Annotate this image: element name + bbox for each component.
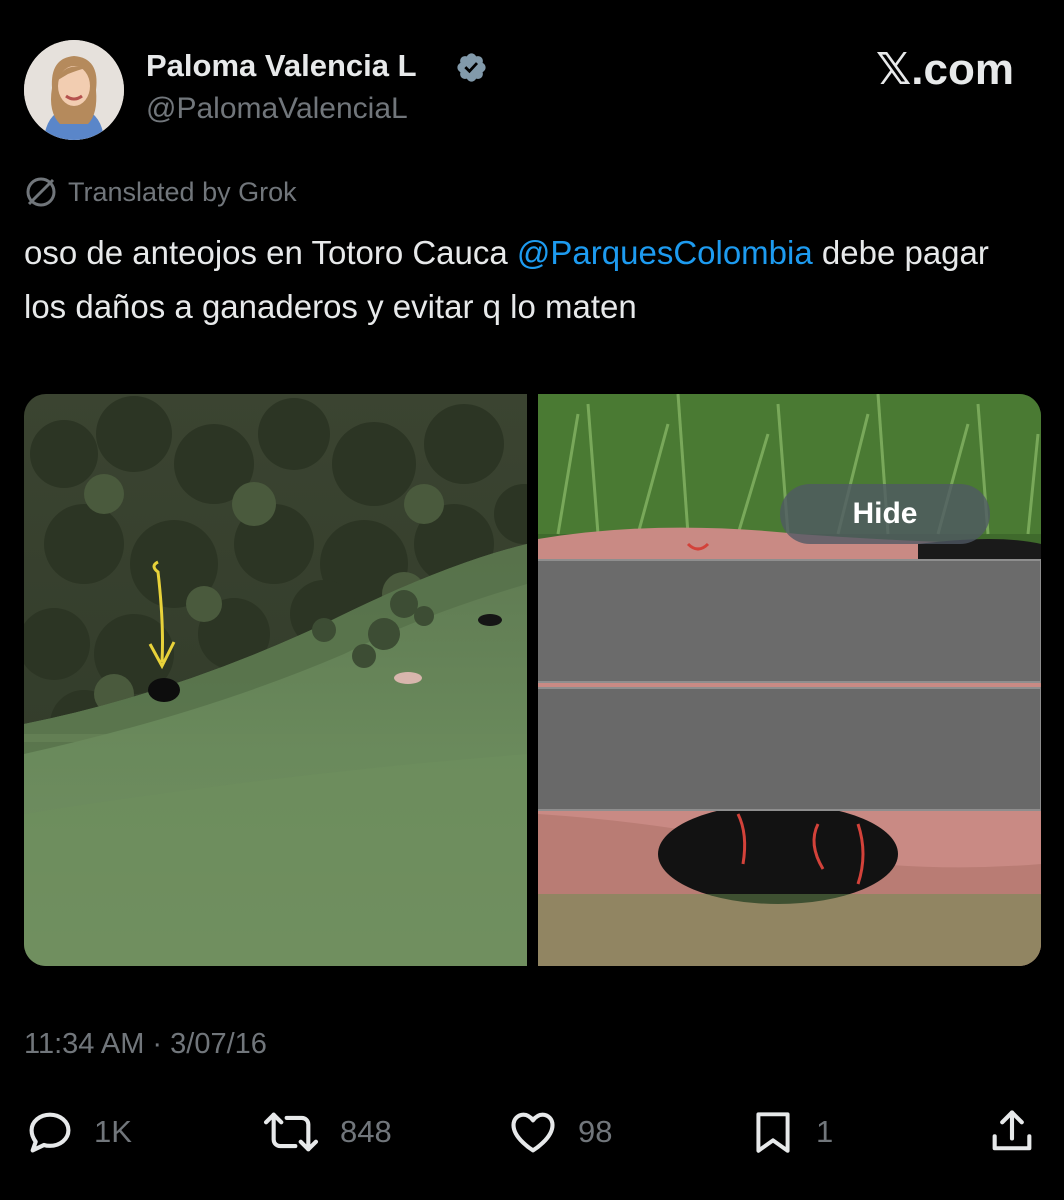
avatar-image [24, 40, 124, 140]
repost-button[interactable]: 848 [260, 1100, 392, 1164]
bookmark-count: 1 [816, 1114, 834, 1149]
mention-link[interactable]: @ParquesColombia [517, 234, 813, 271]
verified-badge-icon [457, 53, 486, 82]
share-button[interactable] [986, 1100, 1038, 1164]
grok-translate-icon [26, 177, 56, 207]
repost-count: 848 [340, 1114, 392, 1149]
like-button[interactable]: 98 [506, 1100, 612, 1164]
tweet-text: oso de anteojos en Totoro Cauca @Parques… [24, 226, 1034, 334]
media-grid [24, 394, 1041, 966]
author-display-name[interactable]: Paloma Valencia L [146, 48, 417, 84]
bookmark-icon [756, 1112, 790, 1153]
hillside-photo [24, 394, 527, 966]
heart-icon [511, 1112, 555, 1153]
tweet-text-part1: oso de anteojos en Totoro Cauca [24, 234, 517, 271]
share-icon [992, 1110, 1032, 1151]
bookmark-button[interactable]: 1 [748, 1100, 833, 1164]
author-avatar[interactable] [24, 40, 124, 140]
tweet-action-bar: 1K 848 98 1 [0, 1100, 1064, 1164]
tweet-timestamp[interactable]: 11:34 AM · 3/07/16 [24, 1028, 267, 1061]
like-count: 98 [578, 1114, 613, 1149]
hide-media-button[interactable]: Hide [780, 484, 990, 544]
reply-icon [29, 1112, 71, 1153]
author-handle[interactable]: @PalomaValenciaL [146, 92, 408, 126]
media-photo-hillside[interactable] [24, 394, 527, 966]
media-photo-livestock[interactable] [538, 394, 1041, 966]
reply-button[interactable]: 1K [24, 1100, 132, 1164]
translation-label: Translated by Grok [68, 176, 297, 207]
x-brand-logo: 𝕏.com [875, 45, 1014, 94]
repost-icon [264, 1112, 318, 1152]
livestock-photo [538, 394, 1041, 966]
reply-count: 1K [94, 1114, 132, 1149]
translation-notice: Translated by Grok [24, 174, 297, 210]
